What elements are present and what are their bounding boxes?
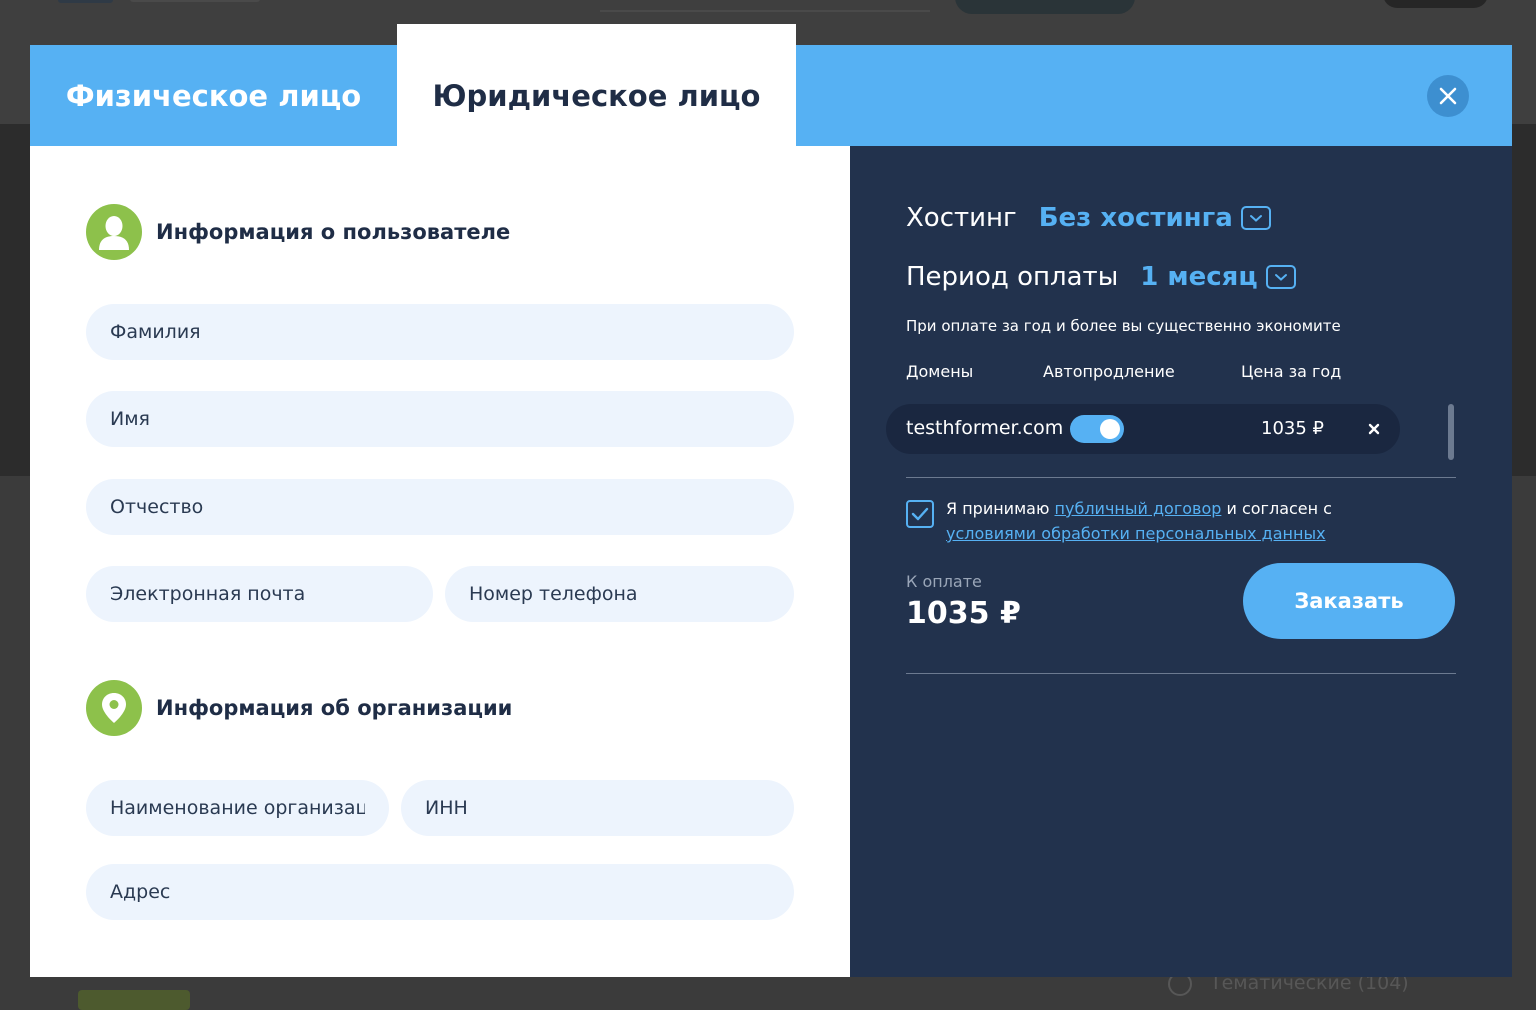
chevron-down-icon (1274, 274, 1287, 281)
divider (906, 673, 1456, 674)
address-field[interactable] (86, 864, 794, 920)
agreement-prefix: Я принимаю (946, 499, 1050, 518)
tab-legal-entity[interactable]: Юридическое лицо (397, 24, 796, 146)
agreement-checkbox[interactable] (906, 500, 934, 528)
chevron-down-icon (1249, 215, 1262, 222)
background-logo-text (130, 0, 260, 2)
amount-due-value: 1035 ₽ (906, 596, 1021, 631)
amount-due-label: К оплате (906, 572, 982, 591)
checkmark-icon (911, 507, 929, 521)
order-summary-panel: Хостинг Без хостинга Период оплаты 1 мес… (850, 146, 1512, 977)
hosting-label: Хостинг (906, 203, 1017, 233)
domain-price: 1035 ₽ (1261, 418, 1324, 439)
phone-field[interactable] (445, 566, 794, 622)
org-info-header: Информация об организации (86, 680, 512, 736)
org-info-title: Информация об организации (156, 696, 513, 720)
close-icon (1439, 87, 1457, 105)
user-info-header: Информация о пользователе (86, 204, 510, 260)
personal-data-terms-link[interactable]: условиями обработки персональных данных (946, 524, 1326, 543)
toggle-knob (1100, 419, 1120, 439)
remove-domain-button[interactable] (1364, 419, 1384, 439)
email-field[interactable] (86, 566, 433, 622)
agreement-text: Я принимаю публичный договор и согласен … (946, 496, 1426, 546)
location-pin-icon (86, 680, 142, 736)
close-button[interactable] (1427, 75, 1469, 117)
column-price: Цена за год (1241, 362, 1342, 381)
background-search-line (600, 10, 930, 12)
background-button (955, 0, 1135, 14)
middle-name-field[interactable] (86, 479, 794, 535)
background-button-secondary (1383, 0, 1488, 8)
close-icon (1368, 423, 1380, 435)
order-modal: Физическое лицо Юридическое лицо Информа… (30, 24, 1512, 977)
background-tag (78, 990, 190, 1010)
domain-name: testhformer.com (906, 417, 1064, 439)
column-domains: Домены (906, 362, 974, 381)
inn-field[interactable] (401, 780, 794, 836)
scrollbar-thumb[interactable] (1448, 404, 1454, 460)
user-info-title: Информация о пользователе (156, 220, 511, 244)
last-name-field[interactable] (86, 304, 794, 360)
hosting-select: Хостинг Без хостинга (906, 203, 1271, 233)
hosting-dropdown-button[interactable] (1240, 206, 1271, 230)
order-button[interactable]: Заказать (1243, 563, 1455, 639)
divider (906, 477, 1456, 478)
first-name-field[interactable] (86, 391, 794, 447)
autorenew-toggle[interactable] (1070, 415, 1124, 443)
column-autorenew: Автопродление (1043, 362, 1175, 381)
period-value[interactable]: 1 месяц (1140, 262, 1257, 292)
user-icon (86, 204, 142, 260)
org-name-field[interactable] (86, 780, 389, 836)
period-select: Период оплаты 1 месяц (906, 262, 1296, 292)
form-panel: Информация о пользователе Информация об … (30, 146, 850, 977)
public-contract-link[interactable]: публичный договор (1055, 499, 1222, 518)
agreement-middle: и согласен с (1226, 499, 1332, 518)
savings-hint: При оплате за год и более вы существенно… (906, 317, 1341, 335)
period-dropdown-button[interactable] (1265, 265, 1296, 289)
hosting-value[interactable]: Без хостинга (1039, 203, 1233, 233)
domain-row: testhformer.com 1035 ₽ (886, 404, 1400, 454)
background-logo (58, 0, 113, 3)
tab-individual[interactable]: Физическое лицо (30, 45, 397, 146)
tab-bar: Физическое лицо Юридическое лицо (30, 24, 1512, 146)
period-label: Период оплаты (906, 262, 1119, 292)
